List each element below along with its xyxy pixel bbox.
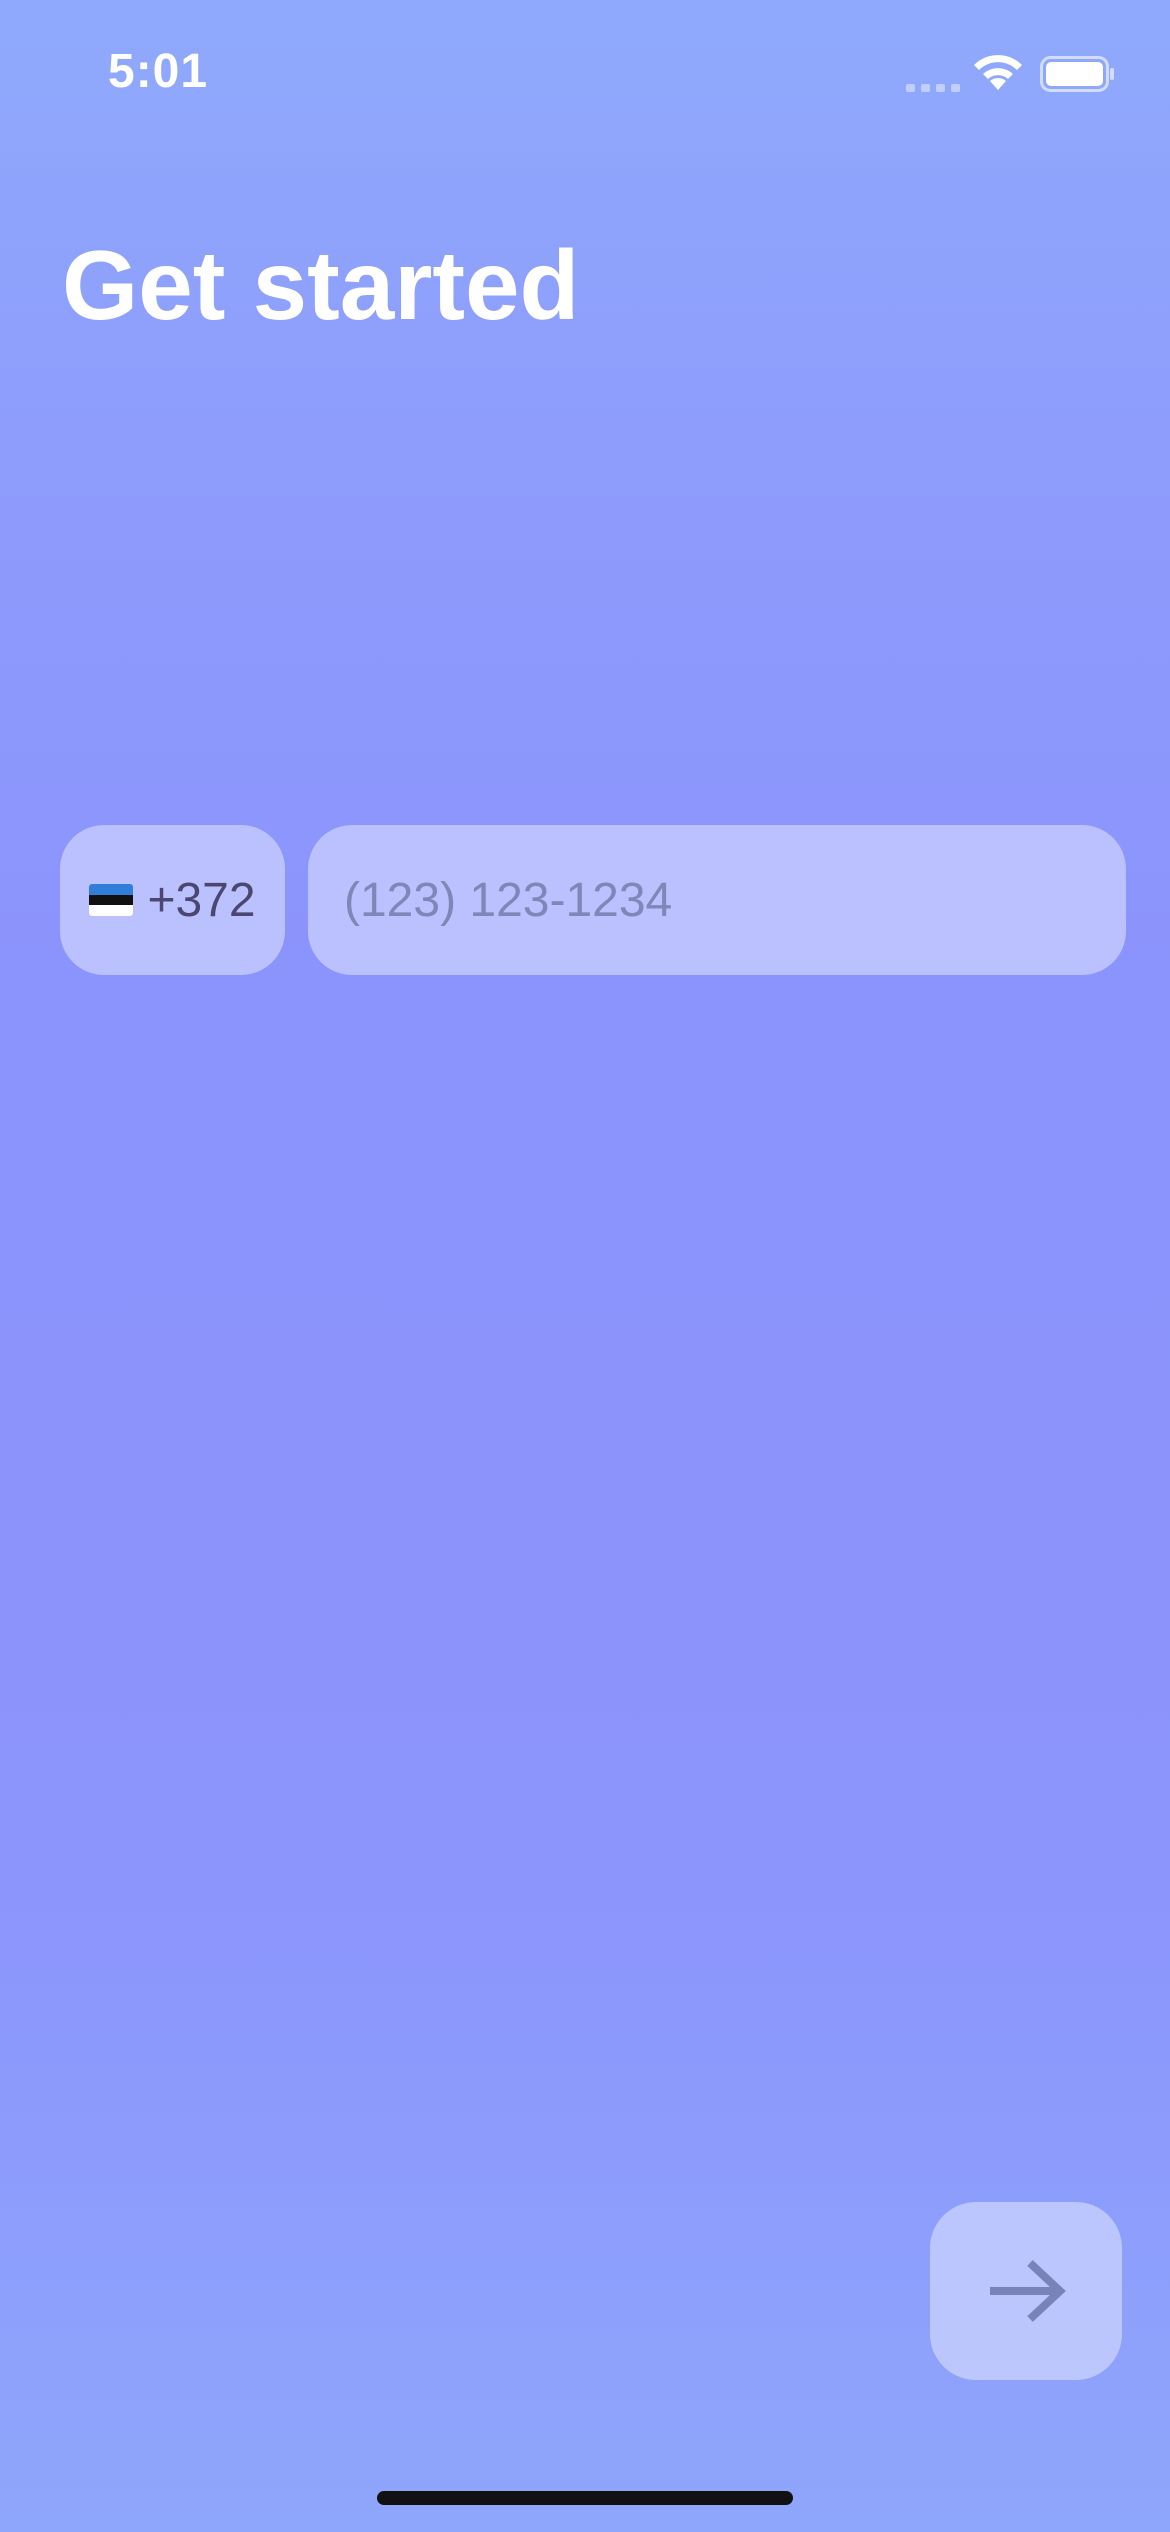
- wifi-icon: [974, 55, 1022, 90]
- page-title: Get started: [62, 230, 580, 340]
- status-bar: 5:01: [0, 0, 1170, 150]
- country-code-selector[interactable]: +372: [60, 825, 285, 975]
- dial-code-label: +372: [147, 873, 256, 927]
- home-indicator[interactable]: [377, 2491, 793, 2505]
- cellular-signal-icon: [906, 84, 960, 92]
- battery-icon: [1040, 56, 1114, 92]
- estonia-flag-icon: [89, 884, 134, 916]
- next-button[interactable]: [930, 2202, 1122, 2380]
- phone-number-input[interactable]: [342, 871, 1126, 929]
- status-time: 5:01: [108, 45, 209, 98]
- phone-number-field[interactable]: [308, 825, 1126, 975]
- arrow-right-icon: [990, 2260, 1066, 2322]
